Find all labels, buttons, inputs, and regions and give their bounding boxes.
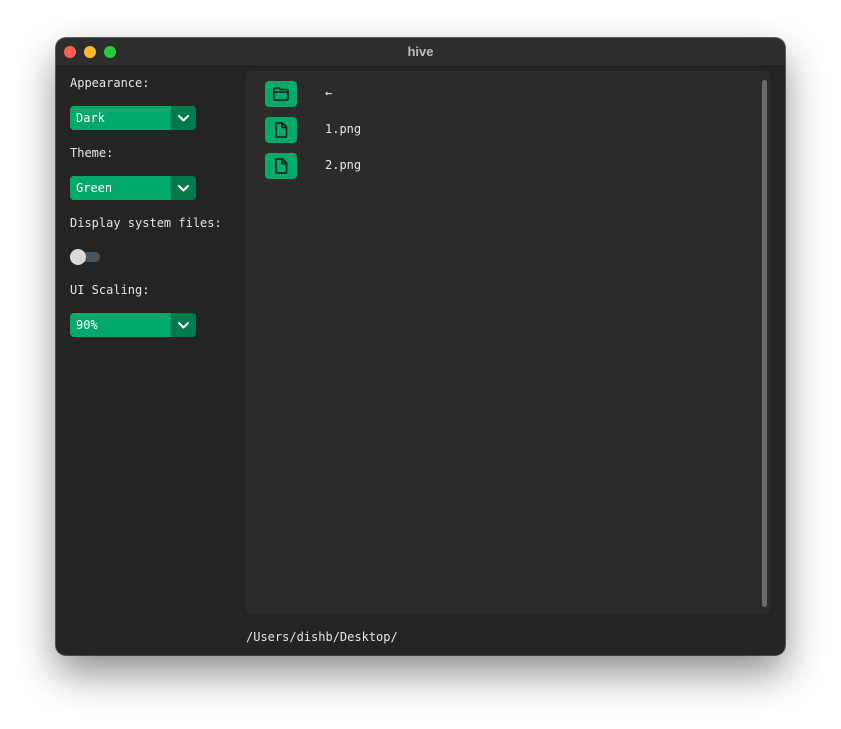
- file-name[interactable]: ←: [325, 86, 332, 100]
- switch-knob: [70, 249, 86, 265]
- file-name[interactable]: 2.png: [325, 158, 361, 172]
- title-bar: hive: [56, 38, 785, 67]
- theme-dropdown[interactable]: Green: [70, 176, 196, 200]
- appearance-dropdown[interactable]: Dark: [70, 106, 196, 130]
- folder-icon[interactable]: [265, 81, 297, 107]
- chevron-down-icon[interactable]: [171, 106, 196, 130]
- file-icon[interactable]: [265, 153, 297, 179]
- current-path: /Users/dishb/Desktop/: [246, 630, 398, 644]
- appearance-label: Appearance:: [70, 76, 150, 90]
- ui-scaling-dropdown[interactable]: 90%: [70, 313, 196, 337]
- appearance-value: Dark: [76, 111, 105, 125]
- system-files-label: Display system files:: [70, 216, 222, 230]
- file-name[interactable]: 1.png: [325, 122, 361, 136]
- ui-scaling-label: UI Scaling:: [70, 283, 150, 297]
- file-icon[interactable]: [265, 117, 297, 143]
- chevron-down-icon[interactable]: [171, 313, 196, 337]
- file-browser: ← 1.png 2.png: [246, 71, 770, 614]
- theme-value: Green: [76, 181, 113, 195]
- theme-label: Theme:: [70, 146, 114, 160]
- ui-scaling-value: 90%: [76, 318, 98, 332]
- scrollbar[interactable]: [762, 80, 767, 607]
- app-window: hive Appearance: Dark Theme: Green Displ…: [56, 38, 785, 655]
- window-title: hive: [407, 44, 434, 59]
- chevron-down-icon[interactable]: [171, 176, 196, 200]
- system-files-switch[interactable]: [70, 249, 100, 265]
